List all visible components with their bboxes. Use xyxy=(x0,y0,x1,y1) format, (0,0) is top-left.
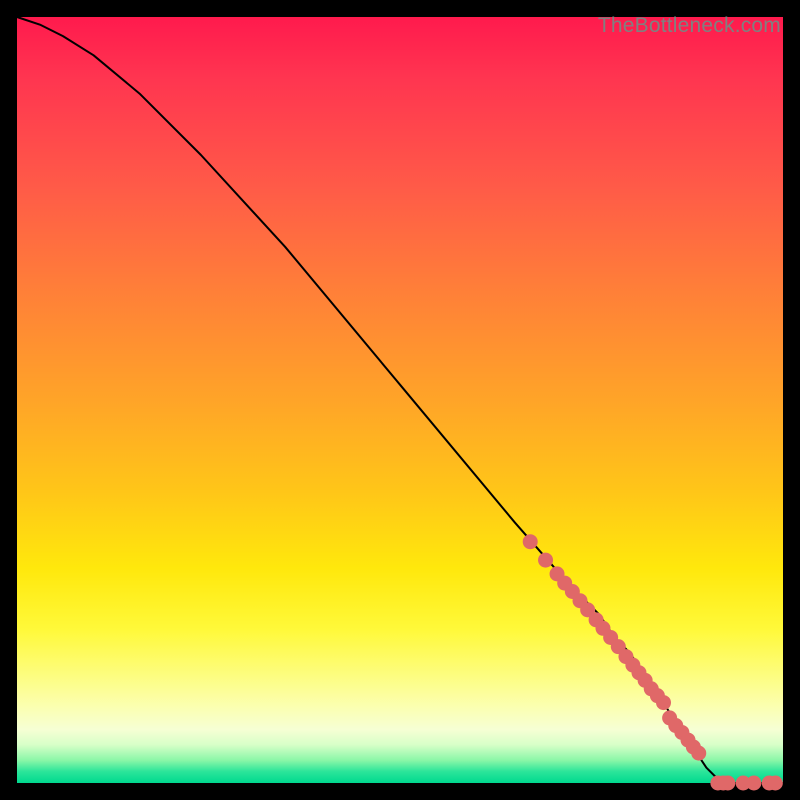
marker-dot xyxy=(720,776,735,791)
marker-dots xyxy=(523,534,783,790)
curve-path xyxy=(17,17,783,783)
chart-frame: TheBottleneck.com xyxy=(0,0,800,800)
marker-dot xyxy=(746,776,761,791)
marker-dot xyxy=(691,746,706,761)
marker-dot xyxy=(523,534,538,549)
marker-dot xyxy=(538,553,553,568)
marker-dot xyxy=(768,776,783,791)
plot-area: TheBottleneck.com xyxy=(17,17,783,783)
curve-line xyxy=(17,17,783,783)
chart-svg xyxy=(17,17,783,783)
marker-dot xyxy=(656,695,671,710)
